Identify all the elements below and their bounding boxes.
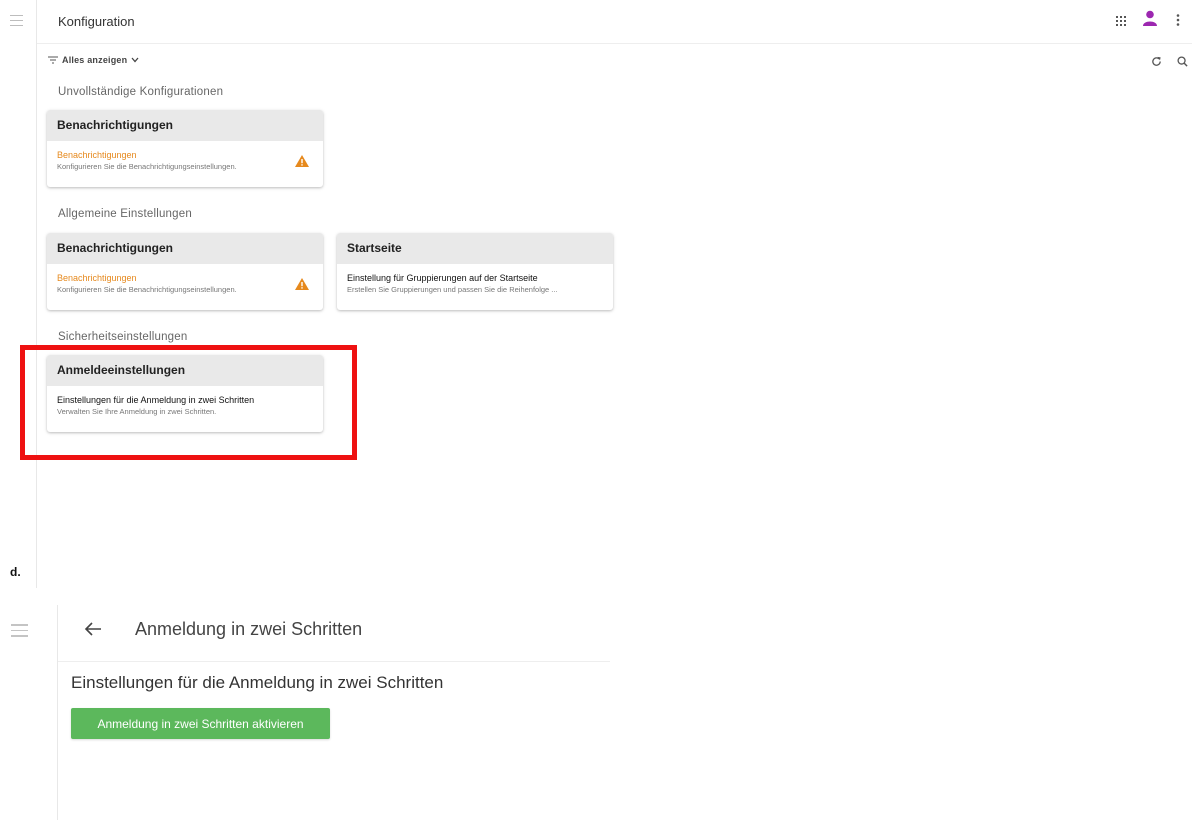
left-rail-divider <box>36 0 37 588</box>
back-arrow-icon[interactable] <box>84 621 102 637</box>
section-title-incomplete: Unvollständige Konfigurationen <box>58 86 224 98</box>
warning-icon <box>295 278 309 290</box>
card-title: Benachrichtigungen <box>47 110 323 141</box>
highlight-box <box>20 345 357 460</box>
refresh-icon[interactable] <box>1151 54 1162 72</box>
card-description: Konfigurieren Sie die Benachrichtigungse… <box>57 162 237 171</box>
user-avatar-icon[interactable] <box>1143 10 1157 31</box>
warning-icon <box>295 155 309 167</box>
card-notifications-incomplete[interactable]: Benachrichtigungen Benachrichtigungen Ko… <box>47 110 323 187</box>
section-title-general: Allgemeine Einstellungen <box>58 208 192 220</box>
card-description: Konfigurieren Sie die Benachrichtigungse… <box>57 285 237 294</box>
filter-icon <box>48 56 58 64</box>
card-subtitle: Benachrichtigungen <box>57 150 137 160</box>
chevron-down-icon <box>131 57 139 63</box>
header-divider <box>37 43 1192 44</box>
card-subtitle: Benachrichtigungen <box>57 273 137 283</box>
card-startpage[interactable]: Startseite Einstellung für Gruppierungen… <box>337 233 613 310</box>
filter-dropdown[interactable]: Alles anzeigen <box>48 55 139 65</box>
card-description: Erstellen Sie Gruppierungen und passen S… <box>347 285 558 294</box>
apps-grid-icon[interactable] <box>1116 13 1126 31</box>
detail-page-title: Anmeldung in zwei Schritten <box>135 619 363 639</box>
section-title-security: Sicherheitseinstellungen <box>58 331 188 343</box>
card-subtitle: Einstellung für Gruppierungen auf der St… <box>347 273 538 283</box>
detail-heading: Einstellungen für die Anmeldung in zwei … <box>71 673 444 692</box>
step-label: d. <box>10 565 21 579</box>
filter-label: Alles anzeigen <box>62 55 128 65</box>
card-notifications-general[interactable]: Benachrichtigungen Benachrichtigungen Ko… <box>47 233 323 310</box>
hamburger-menu-icon[interactable] <box>11 624 28 637</box>
activate-two-step-button[interactable]: Anmeldung in zwei Schritten aktivieren <box>71 708 330 739</box>
hamburger-menu-icon[interactable] <box>10 15 23 26</box>
card-title: Benachrichtigungen <box>47 233 323 264</box>
detail-header-divider <box>58 661 610 662</box>
more-vert-icon[interactable] <box>1176 13 1180 31</box>
search-icon[interactable] <box>1177 54 1188 72</box>
page-title: Konfiguration <box>58 14 135 29</box>
left-rail-divider <box>57 605 58 820</box>
card-title: Startseite <box>337 233 613 264</box>
